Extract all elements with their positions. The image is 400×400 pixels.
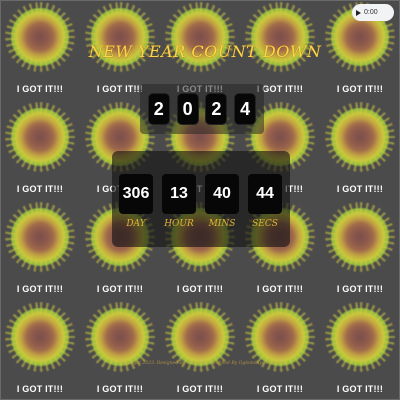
background-tile: I GOT IT!!! xyxy=(320,100,400,200)
year-digit: 0 xyxy=(177,94,198,124)
countdown-seconds: 44 SECS xyxy=(246,174,284,236)
firework-burst-icon xyxy=(11,8,69,66)
background-tile: I GOT IT!!! xyxy=(160,300,240,400)
year-digit: 4 xyxy=(235,94,256,124)
countdown-panel: 306 DAY 13 HOUR 40 MINS 44 SECS xyxy=(112,151,290,247)
tile-label: I GOT IT!!! xyxy=(16,184,64,194)
firework-burst-icon xyxy=(331,208,389,266)
hours-value: 13 xyxy=(162,174,196,214)
seconds-label: SECS xyxy=(252,219,278,229)
countdown-days: 306 DAY xyxy=(117,174,155,236)
year-digit: 2 xyxy=(148,94,169,124)
tile-label: I GOT IT!!! xyxy=(256,384,304,394)
firework-burst-icon xyxy=(331,308,389,366)
background-tile: I GOT IT!!! xyxy=(0,100,80,200)
hours-label: HOUR xyxy=(164,219,194,229)
background-tile: I GOT IT!!! xyxy=(240,300,320,400)
countdown-hours: 13 HOUR xyxy=(160,174,198,236)
firework-burst-icon xyxy=(11,308,69,366)
tile-label: I GOT IT!!! xyxy=(336,384,384,394)
tile-label: I GOT IT!!! xyxy=(96,384,144,394)
minutes-label: MINS xyxy=(208,219,236,229)
background-tile: I GOT IT!!! xyxy=(0,0,80,100)
background-tile: I GOT IT!!! xyxy=(80,300,160,400)
tile-label: I GOT IT!!! xyxy=(336,84,384,94)
firework-burst-icon xyxy=(11,208,69,266)
firework-burst-icon xyxy=(171,308,229,366)
tile-label: I GOT IT!!! xyxy=(16,384,64,394)
days-value: 306 xyxy=(119,174,153,214)
minutes-value: 40 xyxy=(205,174,239,214)
background-tile: I GOT IT!!! xyxy=(0,300,80,400)
firework-burst-icon xyxy=(331,108,389,166)
days-label: DAY xyxy=(126,219,146,229)
page-title: NEW YEAR COUNT DOWN xyxy=(88,41,322,61)
play-icon[interactable] xyxy=(356,9,361,16)
firework-burst-icon xyxy=(91,308,149,366)
tile-label: I GOT IT!!! xyxy=(16,84,64,94)
tile-label: I GOT IT!!! xyxy=(256,284,304,294)
firework-burst-icon xyxy=(251,308,309,366)
background-tile: I GOT IT!!! xyxy=(320,200,400,300)
tile-label: I GOT IT!!! xyxy=(176,384,224,394)
background-tile: I GOT IT!!! xyxy=(320,300,400,400)
footer-credit: Copyright 2023. Designed By Codehal . Mo… xyxy=(118,361,282,366)
tile-label: I GOT IT!!! xyxy=(336,184,384,194)
audio-player[interactable]: 0:00 xyxy=(352,4,394,21)
audio-time: 0:00 xyxy=(364,9,378,16)
seconds-value: 44 xyxy=(248,174,282,214)
tile-label: I GOT IT!!! xyxy=(96,284,144,294)
year-digit: 2 xyxy=(206,94,227,124)
tile-label: I GOT IT!!! xyxy=(336,284,384,294)
tile-label: I GOT IT!!! xyxy=(16,284,64,294)
tile-label: I GOT IT!!! xyxy=(176,284,224,294)
background-tile: I GOT IT!!! xyxy=(0,200,80,300)
countdown-minutes: 40 MINS xyxy=(203,174,241,236)
firework-burst-icon xyxy=(11,108,69,166)
year-panel: 2 0 2 4 xyxy=(140,84,264,134)
